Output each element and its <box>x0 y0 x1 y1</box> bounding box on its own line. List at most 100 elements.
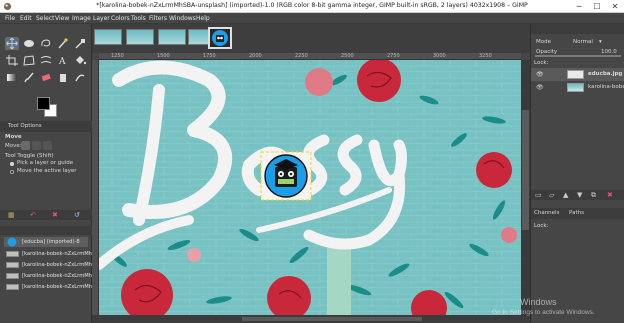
paintbrush-icon[interactable] <box>22 71 36 84</box>
activation-watermark-title: Windows <box>520 297 557 307</box>
menu-help[interactable]: Help <box>196 15 210 22</box>
menu-colors[interactable]: Colors <box>111 15 130 22</box>
clone-icon[interactable] <box>56 71 70 84</box>
eyedropper-icon[interactable] <box>73 37 87 50</box>
images-tab-bar <box>0 226 92 235</box>
svg-text:A: A <box>58 57 66 67</box>
bucket-fill-icon[interactable] <box>73 54 87 67</box>
new-group-icon[interactable]: ▱ <box>549 191 554 199</box>
ruler-tick-label: 3250 <box>479 53 492 59</box>
layer-name[interactable]: karolina-bobek <box>588 84 624 90</box>
close-button[interactable]: ✕ <box>606 0 624 13</box>
eye-icon[interactable]: 👁 <box>536 71 544 78</box>
move-path-mode-icon[interactable] <box>43 141 52 150</box>
layer-row[interactable]: 👁 karolina-bobek <box>531 81 624 94</box>
maximize-button[interactable]: ☐ <box>588 0 606 13</box>
delete-layer-icon[interactable]: ✖ <box>607 191 613 199</box>
pick-layer-option-label: Pick a layer or guide <box>17 160 74 166</box>
vertical-ruler[interactable] <box>92 60 99 315</box>
window-title: *[karolina-bobek-nZxLrmMhSBA-unsplash] (… <box>96 2 528 9</box>
menu-filters[interactable]: Filters <box>149 15 167 22</box>
lasso-icon[interactable] <box>39 37 53 50</box>
image-list-item[interactable]: [karolina-bobek-nZxLrmMhS <box>4 260 95 270</box>
menu-select[interactable]: Select <box>36 15 55 22</box>
tool-options-footer: ▦ ↶ ✖ ↺ <box>0 210 92 220</box>
menu-view[interactable]: View <box>55 15 69 22</box>
restore-preset-icon[interactable]: ↶ <box>30 211 36 219</box>
tool-toggle-label: Tool Toggle (Shift) <box>5 153 54 159</box>
dock-tab-bar <box>531 24 624 34</box>
layers-dock: Mode Normal ▾ Opacity 100.0 Lock: 👁 educ… <box>530 24 624 323</box>
canvas-artwork <box>99 60 521 315</box>
move-selection-mode-icon[interactable] <box>32 141 41 150</box>
vertical-scrollbar[interactable] <box>521 60 530 315</box>
ruler-tick-label: 1500 <box>157 53 170 59</box>
warp-icon[interactable] <box>39 54 53 67</box>
duplicate-layer-icon[interactable]: ⧉ <box>591 191 596 200</box>
image-list-item[interactable]: [karolina-bobek-nZxLrmMhS <box>4 271 95 281</box>
new-layer-icon[interactable]: ▭ <box>535 191 542 199</box>
menu-tools[interactable]: Tools <box>131 15 146 22</box>
ruler-tick-label: 2250 <box>295 53 308 59</box>
menu-windows[interactable]: Windows <box>169 15 196 22</box>
move-active-option-label: Move the active layer <box>17 168 77 174</box>
image-tab-thumbnail[interactable] <box>126 29 154 45</box>
opacity-value[interactable]: 100.0 <box>601 49 617 55</box>
mode-dropdown-icon[interactable]: ▾ <box>599 39 602 45</box>
ruler-tick-label: 3000 <box>433 53 446 59</box>
smudge-icon[interactable] <box>73 71 87 84</box>
channels-tab-bar: Channels Paths <box>531 208 624 219</box>
image-tab-active[interactable] <box>208 27 232 49</box>
fuzzy-select-icon[interactable] <box>56 37 70 50</box>
text-tool-icon[interactable]: A <box>56 54 70 67</box>
image-list-item[interactable]: [karolina-bobek-nZxLrmMhS <box>4 282 95 292</box>
save-preset-icon[interactable]: ▦ <box>8 211 15 219</box>
tab-paths[interactable]: Paths <box>569 210 584 216</box>
lower-layer-icon[interactable]: ▼ <box>577 191 582 199</box>
menu-bar: File Edit Select View Image Layer Colors… <box>0 13 624 24</box>
ruler-tick-label: 2500 <box>341 53 354 59</box>
eraser-icon[interactable] <box>39 71 53 84</box>
crop-icon[interactable] <box>5 54 19 67</box>
menu-edit[interactable]: Edit <box>20 15 32 22</box>
horizontal-scrollbar[interactable] <box>242 317 422 321</box>
menu-layer[interactable]: Layer <box>93 15 110 22</box>
move-tool-icon[interactable] <box>5 37 19 50</box>
image-list-item[interactable]: [karolina-bobek-nZxLrmMhS <box>4 249 95 259</box>
horizontal-ruler[interactable]: 1250 1500 1750 2000 2250 2500 2750 3000 … <box>99 53 521 60</box>
image-tab-thumbnail[interactable] <box>94 29 122 45</box>
menu-file[interactable]: File <box>5 15 15 22</box>
tool-options-tab[interactable]: Tool Options <box>8 123 42 129</box>
gradient-icon[interactable] <box>5 71 19 84</box>
image-canvas[interactable] <box>99 60 521 315</box>
eye-icon[interactable]: 👁 <box>536 84 544 91</box>
image-list-item[interactable]: [educba] (imported)-8 <box>4 237 88 247</box>
reset-preset-icon[interactable]: ↺ <box>74 211 80 219</box>
ruler-tick-label: 2000 <box>249 53 262 59</box>
delete-preset-icon[interactable]: ✖ <box>52 211 58 219</box>
layer-thumbnail <box>567 83 584 92</box>
status-bar <box>92 315 530 323</box>
image-tab-thumbnail[interactable] <box>158 29 186 45</box>
move-layer-mode-icon[interactable] <box>21 141 30 150</box>
foreground-color-swatch[interactable] <box>37 97 50 110</box>
tool-options-tab-bar: Tool Options <box>0 121 92 132</box>
transform-icon[interactable] <box>22 54 36 67</box>
scrollbar-thumb[interactable] <box>522 110 529 230</box>
menu-image[interactable]: Image <box>72 15 91 22</box>
opacity-slider[interactable] <box>535 55 621 57</box>
ruler-tick-label: 1750 <box>203 53 216 59</box>
minimize-button[interactable]: ─ <box>570 0 588 13</box>
raise-layer-icon[interactable]: ▲ <box>563 191 568 199</box>
ruler-tick-label: 2750 <box>387 53 400 59</box>
pick-layer-radio[interactable] <box>10 162 14 166</box>
move-active-radio[interactable] <box>10 170 14 174</box>
layer-row[interactable]: 👁 educba.jpg <box>531 68 624 81</box>
ellipse-select-icon[interactable] <box>22 37 36 50</box>
ruler-tick-label: 1250 <box>111 53 124 59</box>
tab-channels[interactable]: Channels <box>534 210 559 216</box>
mode-select[interactable]: Normal <box>573 39 593 45</box>
layer-name[interactable]: educba.jpg <box>588 71 622 77</box>
window-titlebar: *[karolina-bobek-nZxLrmMhSBA-unsplash] (… <box>0 0 624 13</box>
layers-footer: ▭ ▱ ▲ ▼ ⧉ ✖ <box>531 190 624 200</box>
